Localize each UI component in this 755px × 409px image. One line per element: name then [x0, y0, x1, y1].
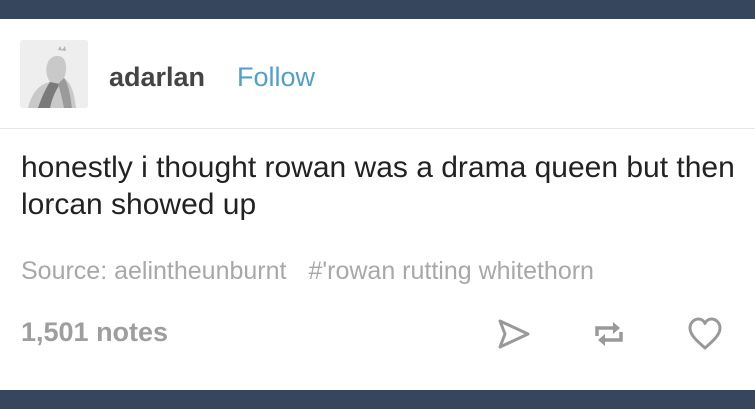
follow-button[interactable]: Follow: [237, 62, 315, 92]
avatar[interactable]: [20, 40, 88, 108]
post-text: honestly i thought rowan was a drama que…: [21, 151, 735, 221]
username-link[interactable]: adarlan: [109, 62, 205, 92]
notes-count[interactable]: 1,501 notes: [21, 317, 168, 347]
tag-link[interactable]: #'rowan rutting whitethorn: [308, 257, 594, 285]
reblog-icon[interactable]: [591, 316, 627, 352]
post-card: adarlan Follow honestly i thought rowan …: [0, 19, 755, 390]
share-icon[interactable]: [496, 316, 532, 352]
source-row: Source: aelintheunburnt #'rowan rutting w…: [21, 256, 755, 286]
source-link[interactable]: Source: aelintheunburnt: [21, 257, 286, 285]
post-header: adarlan Follow: [0, 19, 755, 129]
heart-icon[interactable]: [687, 316, 723, 352]
